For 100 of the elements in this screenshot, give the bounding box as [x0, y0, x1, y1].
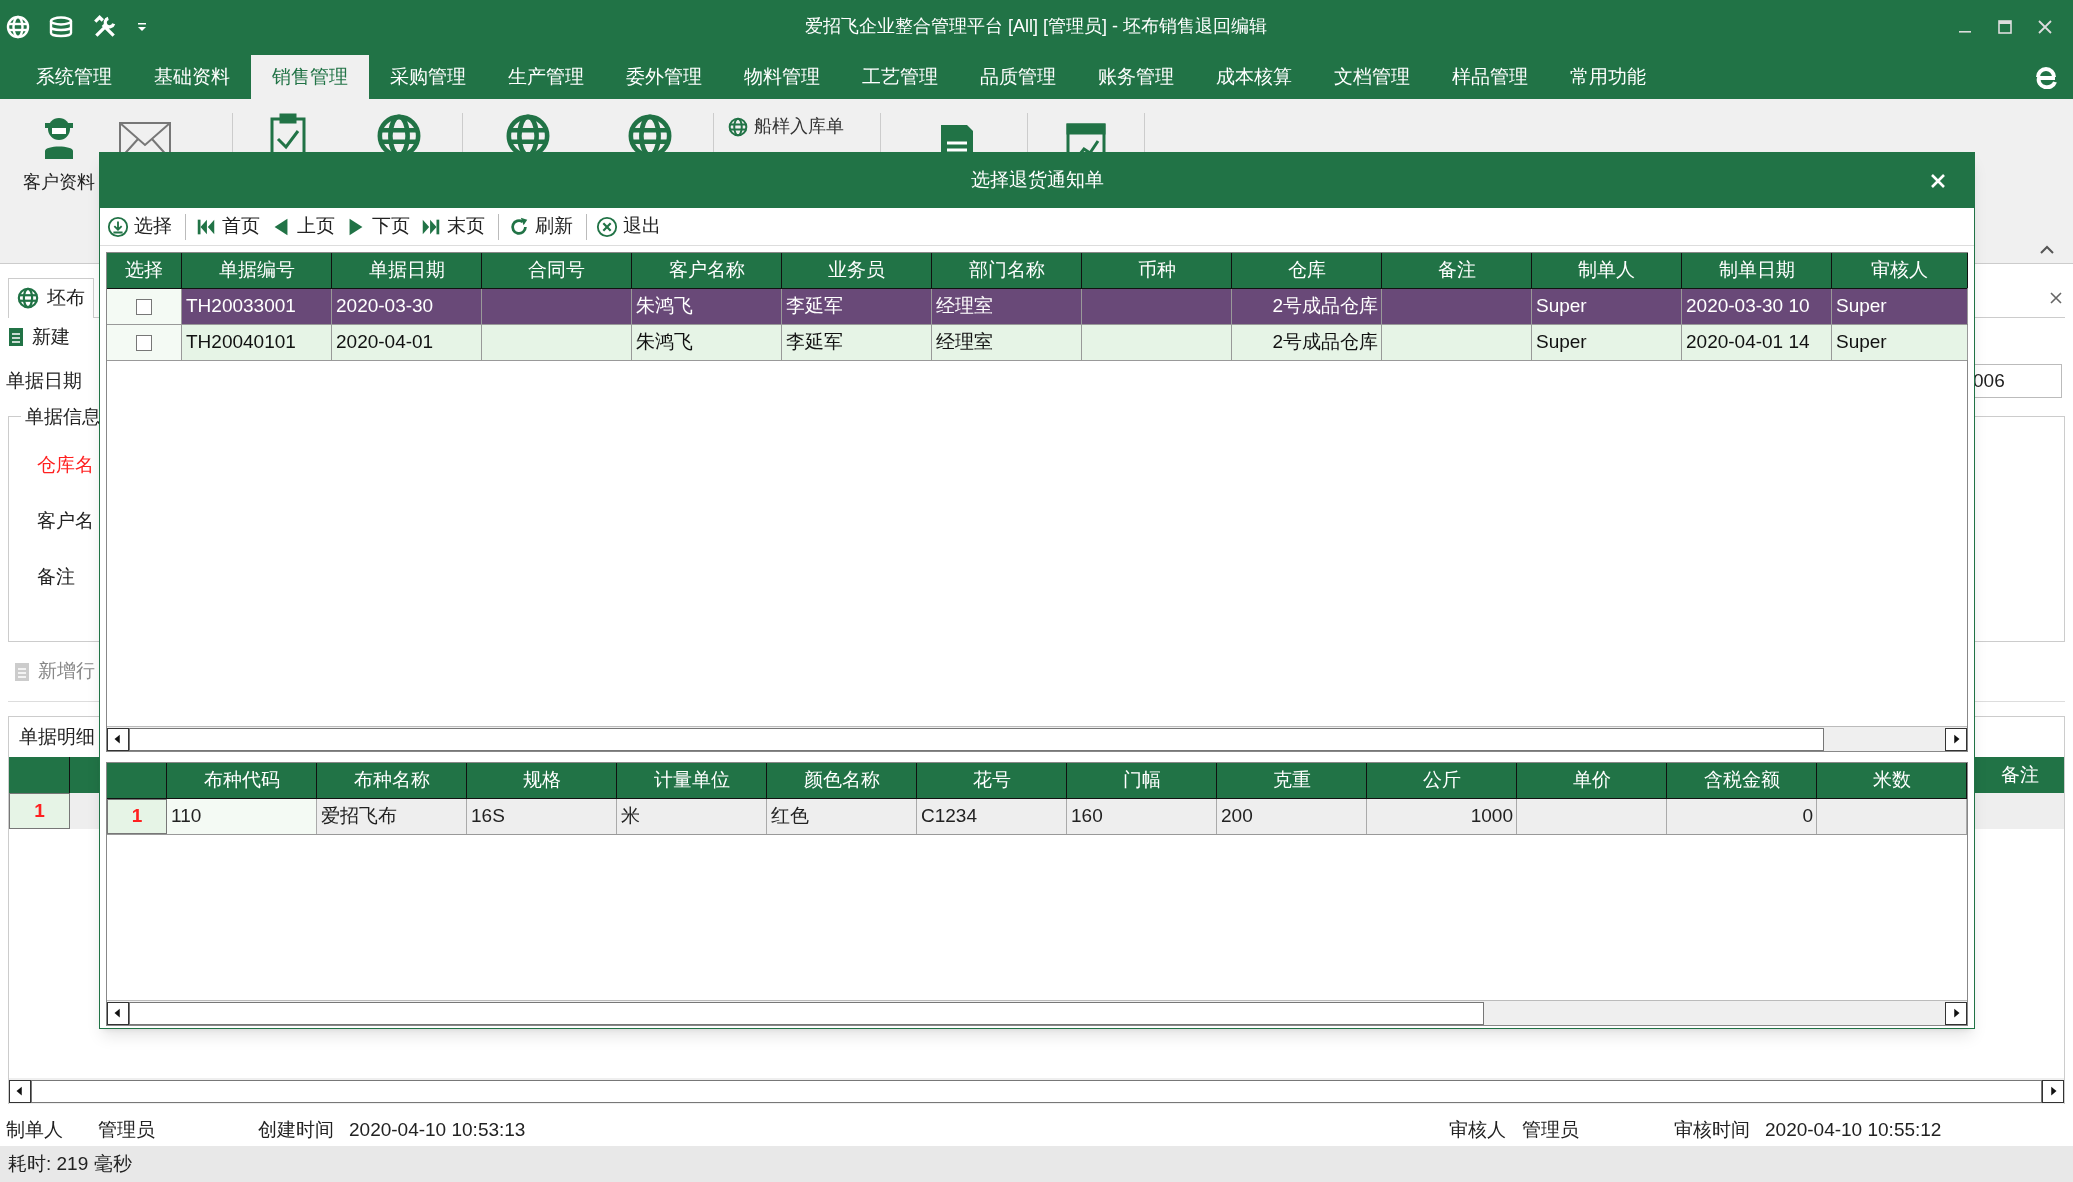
- column-header[interactable]: 合同号: [482, 253, 632, 288]
- menu-tab[interactable]: 账务管理: [1077, 55, 1195, 99]
- close-circle-icon: [596, 215, 618, 238]
- row-number: 1: [9, 793, 70, 829]
- column-header[interactable]: 制单人: [1532, 253, 1682, 288]
- checkbox[interactable]: [136, 334, 152, 351]
- checkbox[interactable]: [136, 298, 152, 315]
- collapse-icon[interactable]: [2039, 243, 2055, 255]
- column-header[interactable]: 花号: [917, 763, 1067, 798]
- menu-tab[interactable]: 文档管理: [1313, 55, 1431, 99]
- scroll-right-button[interactable]: [1945, 1001, 1967, 1025]
- menu-tab[interactable]: 基础资料: [133, 55, 251, 99]
- menu-tab[interactable]: 销售管理: [251, 55, 369, 99]
- detail-tab[interactable]: 单据明细: [19, 722, 95, 752]
- column-header[interactable]: 米数: [1817, 763, 1967, 798]
- footer-label: 创建时间: [258, 1117, 335, 1142]
- table-row[interactable]: TH20040101 2020-04-01 朱鸿飞 李延军 经理室 2号成品仓库 Super 2020-04-01 14 Super: [107, 325, 1967, 361]
- column-header[interactable]: 选择: [107, 253, 182, 288]
- toolbar-button[interactable]: 首页: [192, 212, 263, 241]
- table-cell-text: 朱鸿飞: [636, 294, 693, 319]
- scroll-right-button[interactable]: [2042, 1079, 2064, 1103]
- footer-label: 审核人: [1449, 1117, 1507, 1142]
- scroll-left-button[interactable]: [9, 1079, 31, 1103]
- table-row[interactable]: TH20033001 2020-03-30 朱鸿飞 李延军 经理室 2号成品仓库 Super 2020-03-30 10 Super: [107, 289, 1967, 325]
- table-cell-text: 经理室: [936, 294, 993, 319]
- dropdown-icon[interactable]: [136, 20, 148, 33]
- column-header[interactable]: 制单日期: [1682, 253, 1832, 288]
- column-header[interactable]: 布种代码: [167, 763, 317, 798]
- document-tab[interactable]: 坯布: [8, 277, 94, 318]
- column-header[interactable]: 单据编号: [182, 253, 332, 288]
- menu-tab[interactable]: 常用功能: [1549, 55, 1667, 99]
- table-cell-text: 经理室: [936, 330, 993, 355]
- scroll-left-button[interactable]: [107, 727, 129, 751]
- footer-value: 管理员: [98, 1117, 156, 1142]
- menu-tab[interactable]: 采购管理: [369, 55, 487, 99]
- column-header[interactable]: 颜色名称: [767, 763, 917, 798]
- scroll-thumb[interactable]: [31, 1079, 2042, 1103]
- table-cell-text: 2号成品仓库: [1272, 330, 1378, 355]
- column-header[interactable]: 含税金额: [1667, 763, 1817, 798]
- document-icon: [8, 327, 24, 347]
- table-cell-text: 160: [1071, 804, 1103, 829]
- column-header[interactable]: 计量单位: [617, 763, 767, 798]
- globe-icon: [6, 14, 30, 39]
- horizontal-scrollbar[interactable]: [107, 1000, 1967, 1025]
- menu-tab[interactable]: 生产管理: [487, 55, 605, 99]
- toolbar-button[interactable]: 退出: [593, 212, 664, 241]
- table-cell-text: 16S: [471, 804, 505, 829]
- tools-icon[interactable]: [92, 13, 118, 40]
- column-header[interactable]: 布种名称: [317, 763, 467, 798]
- table-cell-text: Super: [1536, 330, 1587, 355]
- toolbar-button[interactable]: 下页: [342, 212, 413, 241]
- table-cell-text: 1000: [1470, 804, 1513, 829]
- column-header[interactable]: 克重: [1217, 763, 1367, 798]
- logo-icon[interactable]: [2033, 65, 2059, 89]
- menu-tab[interactable]: 物料管理: [723, 55, 841, 99]
- column-header[interactable]: 币种: [1082, 253, 1232, 288]
- table-cell-text: 2020-03-30: [336, 294, 434, 319]
- column-header[interactable]: 公斤: [1367, 763, 1517, 798]
- column-header[interactable]: 门幅: [1067, 763, 1217, 798]
- toolbar-button[interactable]: 上页: [267, 212, 338, 241]
- toolbar-button[interactable]: 末页: [417, 212, 488, 241]
- scroll-right-button[interactable]: [1945, 727, 1967, 751]
- menu-tab[interactable]: 品质管理: [959, 55, 1077, 99]
- table-cell-text: Super: [1536, 294, 1587, 319]
- menu-tab[interactable]: 工艺管理: [841, 55, 959, 99]
- scroll-thumb[interactable]: [129, 1001, 1484, 1025]
- menu-tab[interactable]: 委外管理: [605, 55, 723, 99]
- table-cell-text: 爱招飞布: [321, 804, 397, 829]
- table-cell-text: TH20040101: [186, 330, 296, 355]
- column-header[interactable]: 审核人: [1832, 253, 1968, 288]
- toolbar-button[interactable]: 刷新: [505, 212, 576, 241]
- maximize-icon[interactable]: [1997, 18, 2013, 35]
- globe-icon: [17, 287, 39, 309]
- ribbon-button[interactable]: 船样入库单: [728, 113, 844, 140]
- globe-icon: [728, 116, 748, 137]
- status-bar: 耗时: 219 毫秒: [0, 1146, 2073, 1182]
- column-header[interactable]: 部门名称: [932, 253, 1082, 288]
- column-header[interactable]: 单价: [1517, 763, 1667, 798]
- menu-tab[interactable]: 样品管理: [1431, 55, 1549, 99]
- menu-tab[interactable]: 系统管理: [15, 55, 133, 99]
- field-label: 仓库名: [37, 453, 95, 477]
- toolbar-button[interactable]: 选择: [104, 212, 175, 241]
- toolbar-button[interactable]: 新建: [8, 322, 70, 352]
- ribbon-button[interactable]: 客户资料: [0, 113, 118, 196]
- document-icon: [14, 661, 30, 682]
- footer-value: 管理员: [1522, 1117, 1580, 1142]
- table-cell-text: Super: [1836, 294, 1887, 319]
- scroll-left-button[interactable]: [107, 1001, 129, 1025]
- column-header[interactable]: 客户名称: [632, 253, 782, 288]
- menu-tab[interactable]: 成本核算: [1195, 55, 1313, 99]
- footer-value: 2020-04-10 10:53:13: [349, 1117, 527, 1142]
- database-icon[interactable]: [48, 15, 74, 38]
- close-icon[interactable]: [2049, 290, 2063, 305]
- column-header[interactable]: 备注: [1382, 253, 1532, 288]
- table-cell-text: 2020-04-01 14: [1686, 330, 1810, 355]
- column-header[interactable]: 业务员: [782, 253, 932, 288]
- column-header[interactable]: 规格: [467, 763, 617, 798]
- column-header[interactable]: 单据日期: [332, 253, 482, 288]
- refresh-icon: [508, 215, 530, 238]
- column-header[interactable]: 仓库: [1232, 253, 1382, 288]
